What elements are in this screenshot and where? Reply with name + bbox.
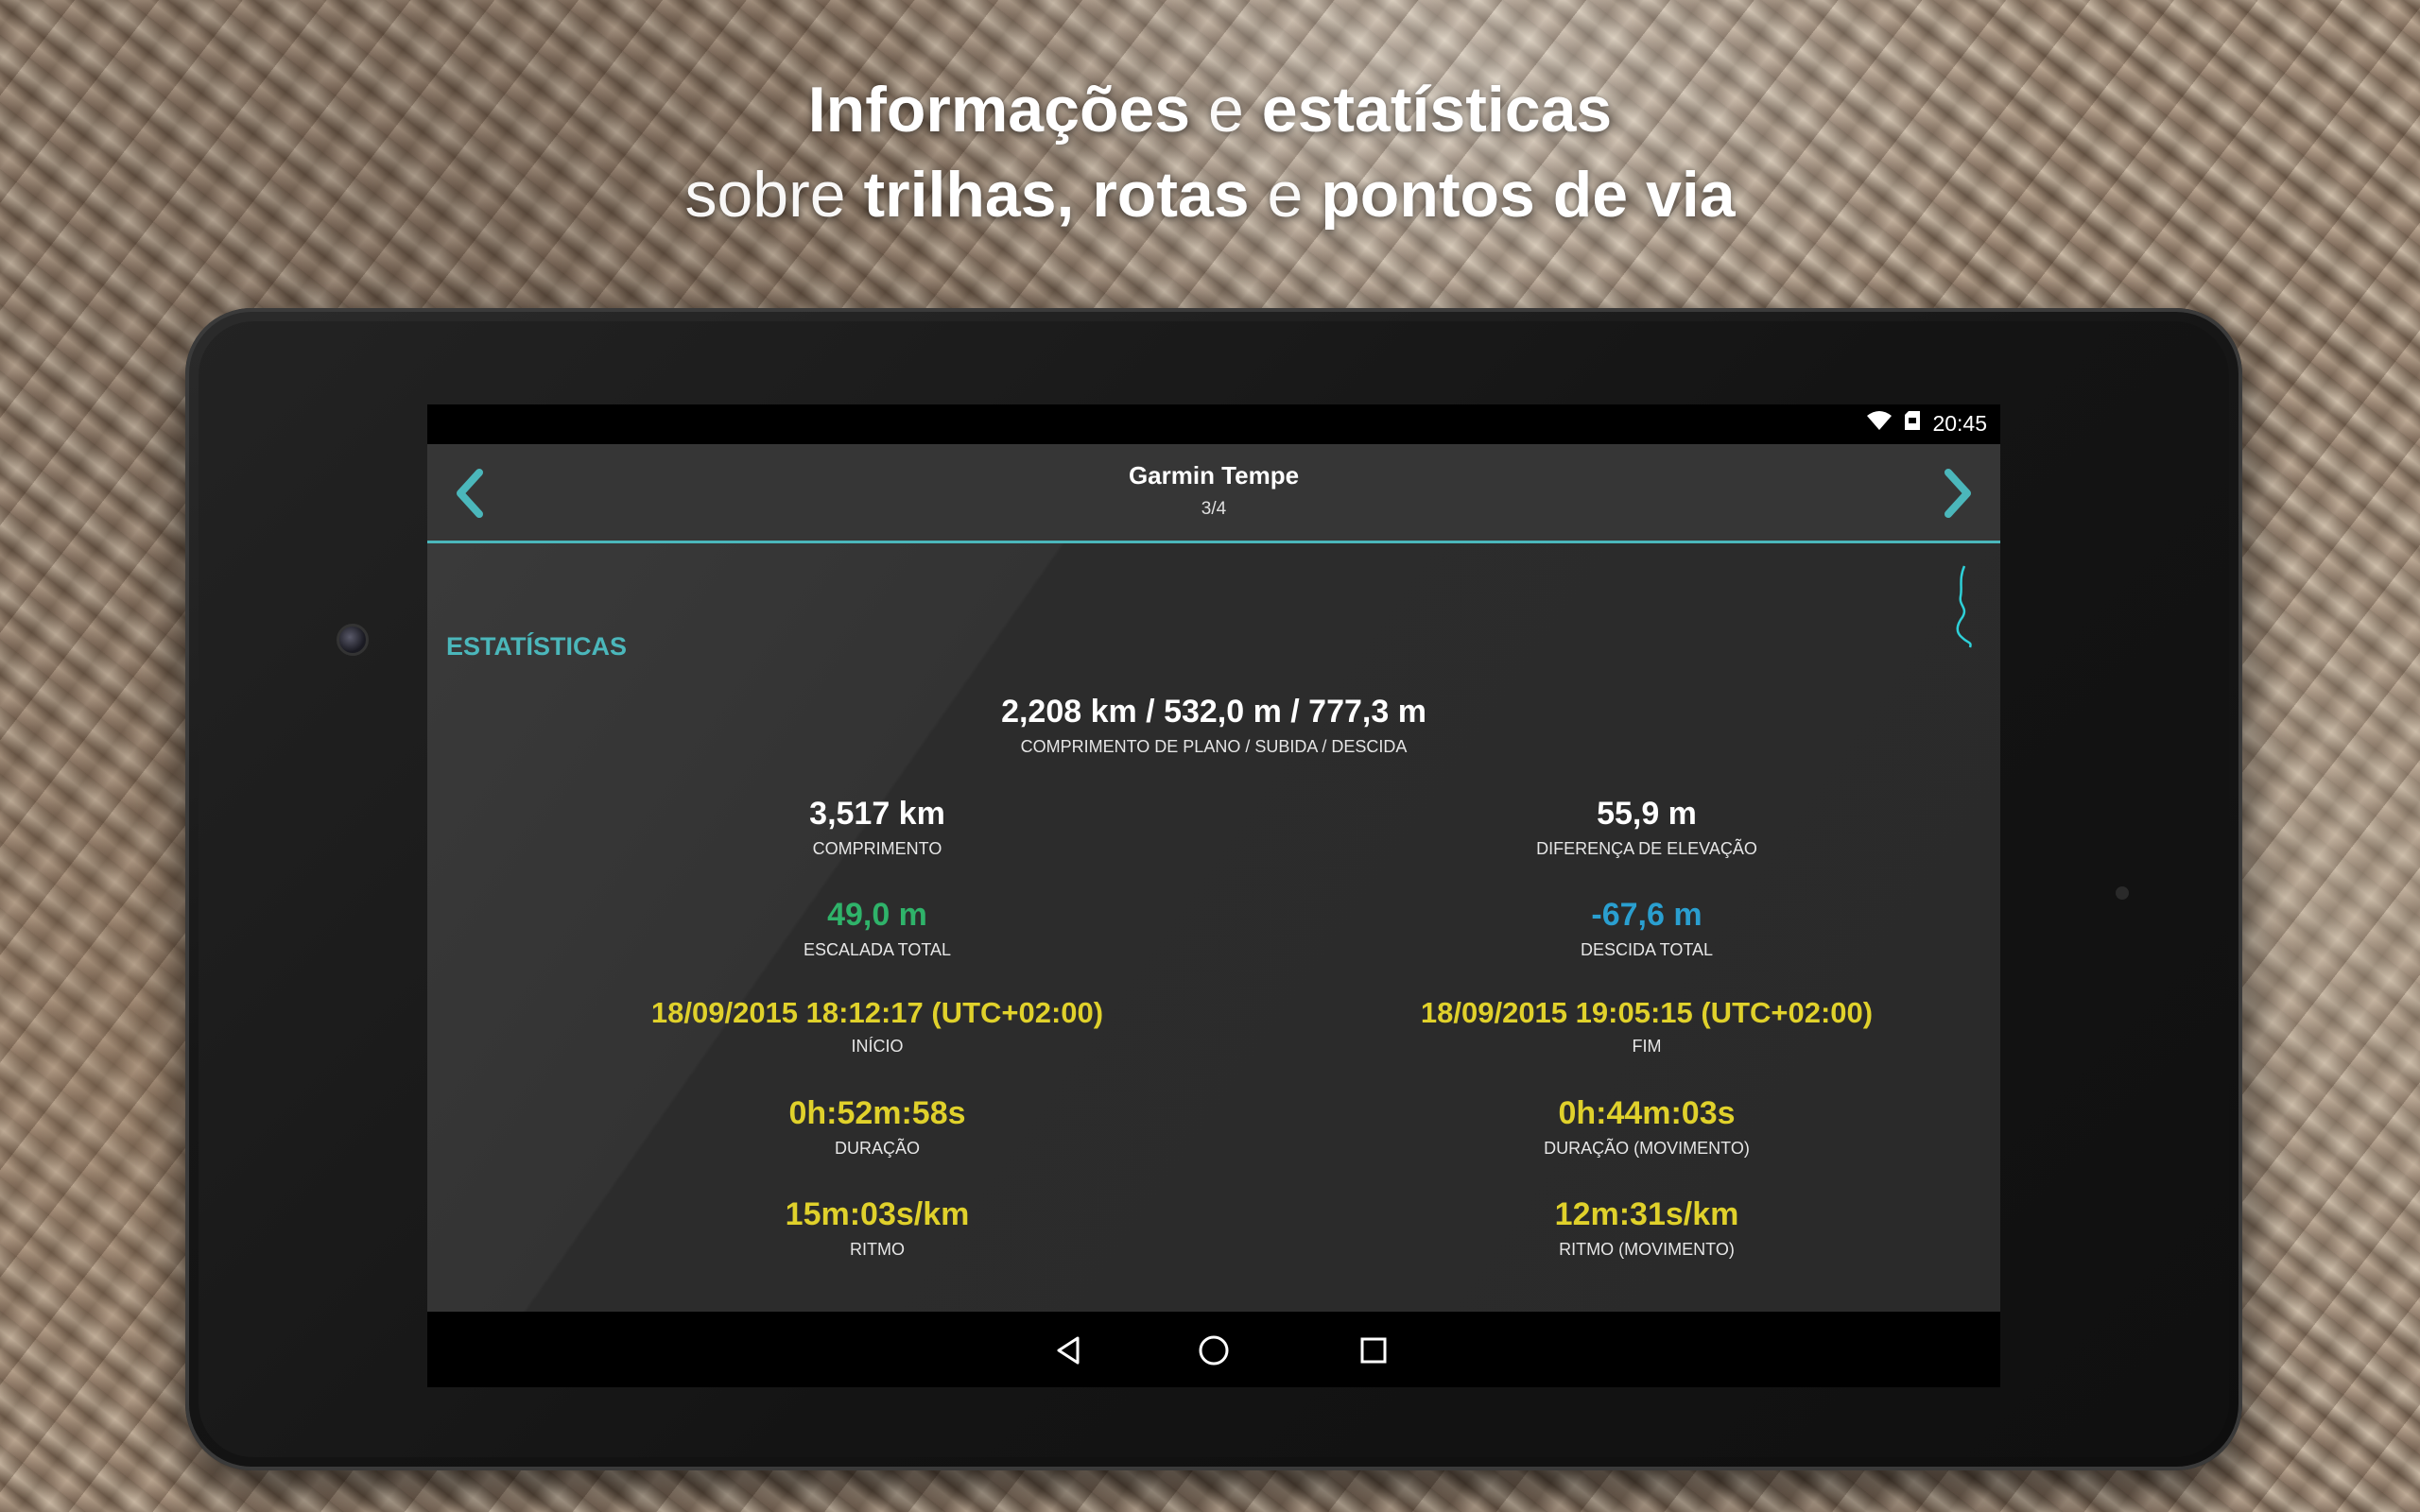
stat-pace-moving: 12m:31s/km RITMO (MOVIMENTO) <box>1288 1196 2000 1260</box>
sensor-dot <box>2116 886 2129 900</box>
track-preview-icon[interactable] <box>1949 562 1978 654</box>
back-icon <box>1057 1336 1080 1365</box>
sd-card-icon <box>1904 410 1921 437</box>
stat-label: DURAÇÃO (MOVIMENTO) <box>1544 1139 1750 1159</box>
headline-text: estatísticas <box>1261 74 1613 146</box>
stat-plan: 2,208 km / 532,0 m / 777,3 m COMPRIMENTO… <box>427 694 2000 757</box>
headline-text: e <box>1208 74 1244 146</box>
headline-line-2: sobre trilhas, rotas e pontos de via <box>0 163 2420 227</box>
next-button[interactable] <box>1932 467 1985 520</box>
stat-value: 0h:44m:03s <box>1558 1095 1736 1131</box>
stat-value: 0h:52m:58s <box>788 1095 966 1131</box>
stat-value: -67,6 m <box>1591 897 1703 933</box>
headline-line-1: Informações e estatísticas <box>0 77 2420 142</box>
stat-label: DESCIDA TOTAL <box>1580 940 1714 960</box>
stat-value: 3,517 km <box>809 796 945 832</box>
stat-label: INÍCIO <box>851 1037 904 1057</box>
chevron-right-icon <box>1945 469 1971 518</box>
stat-elevation-difference: 55,9 m DIFERENÇA DE ELEVAÇÃO <box>1288 796 2000 859</box>
recents-icon <box>1360 1337 1387 1364</box>
headline-text: pontos de via <box>1321 159 1736 231</box>
stat-duration: 0h:52m:58s DURAÇÃO <box>518 1095 1236 1159</box>
status-icons: 20:45 <box>1866 410 1987 437</box>
headline-text: e <box>1267 159 1304 231</box>
system-nav-bar <box>427 1312 2000 1387</box>
stat-length: 3,517 km COMPRIMENTO <box>518 796 1236 859</box>
track-index: 3/4 <box>1201 499 1227 519</box>
section-title: ESTATÍSTICAS <box>446 632 628 661</box>
headline-text: Informações <box>807 74 1191 146</box>
camera-icon <box>337 624 369 656</box>
stat-start: 18/09/2015 18:12:17 (UTC+02:00) INÍCIO <box>518 996 1236 1057</box>
stat-value: 12m:31s/km <box>1554 1196 1739 1232</box>
wifi-icon <box>1866 410 1893 437</box>
home-icon <box>1199 1335 1229 1366</box>
stat-label: ESCALADA TOTAL <box>803 940 952 960</box>
stat-total-climb: 49,0 m ESCALADA TOTAL <box>518 897 1236 960</box>
stat-value: 18/09/2015 19:05:15 (UTC+02:00) <box>1420 996 1874 1029</box>
stat-value: 18/09/2015 18:12:17 (UTC+02:00) <box>650 996 1104 1029</box>
stat-value: 15m:03s/km <box>785 1196 970 1232</box>
stat-value: 49,0 m <box>827 897 927 933</box>
stat-label: RITMO <box>850 1240 905 1260</box>
stat-label: DIFERENÇA DE ELEVAÇÃO <box>1536 839 1757 859</box>
stat-label: DURAÇÃO <box>834 1139 920 1159</box>
clock: 20:45 <box>1932 410 1987 436</box>
stat-value: 2,208 km / 532,0 m / 777,3 m <box>1001 694 1426 730</box>
home-button[interactable] <box>1188 1325 1239 1376</box>
stat-duration-moving: 0h:44m:03s DURAÇÃO (MOVIMENTO) <box>1288 1095 2000 1159</box>
statistics-panel: ESTATÍSTICAS 2,208 km / 532,0 m / 777,3 … <box>427 543 2000 1312</box>
headline-text: sobre <box>684 159 846 231</box>
stat-label: RITMO (MOVIMENTO) <box>1559 1240 1735 1260</box>
track-title: Garmin Tempe <box>1128 461 1300 490</box>
device-screen: 20:45 Garmin Tempe 3/4 ESTATÍSTICAS 2,20… <box>427 404 2000 1387</box>
stat-label: COMPRIMENTO DE PLANO / SUBIDA / DESCIDA <box>1020 737 1408 757</box>
back-button[interactable] <box>1044 1325 1095 1376</box>
recents-button[interactable] <box>1348 1325 1399 1376</box>
app-bar: Garmin Tempe 3/4 <box>427 444 2000 543</box>
status-bar: 20:45 <box>427 404 2000 444</box>
stat-end: 18/09/2015 19:05:15 (UTC+02:00) FIM <box>1288 996 2000 1057</box>
stat-label: COMPRIMENTO <box>812 839 942 859</box>
headline-text: trilhas, rotas <box>863 159 1250 231</box>
stat-label: FIM <box>1632 1037 1662 1057</box>
stat-total-descent: -67,6 m DESCIDA TOTAL <box>1288 897 2000 960</box>
stat-pace: 15m:03s/km RITMO <box>518 1196 1236 1260</box>
stat-value: 55,9 m <box>1597 796 1697 832</box>
